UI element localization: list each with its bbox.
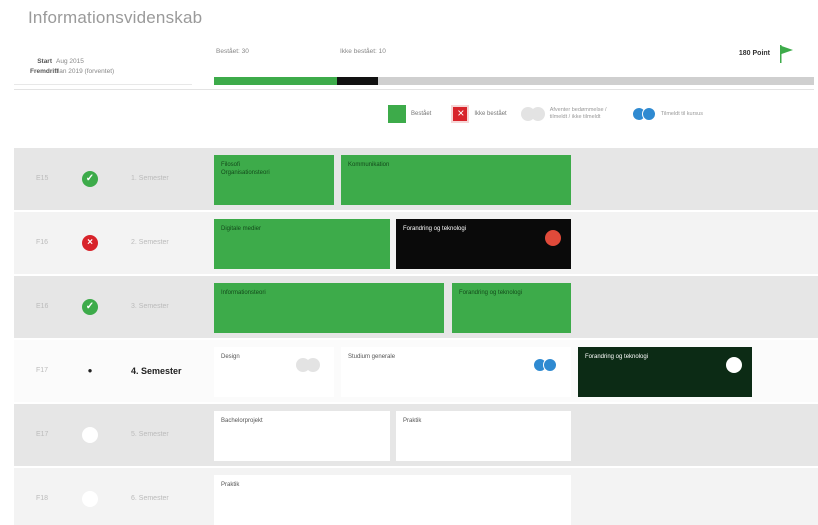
- flag-icon: [780, 45, 793, 63]
- legend-enrolled: Tilmeldt til kursus: [631, 107, 721, 121]
- fremdrift-value: Jan 2019 (forventet): [56, 68, 115, 75]
- circle-icon: [82, 427, 98, 443]
- semester-name[interactable]: 1. Semester: [131, 175, 169, 182]
- legend-pending-label: Afventer bedømmelse / tilmeldt / ikke ti…: [549, 107, 607, 120]
- semester-code: E15: [36, 175, 49, 182]
- blue-dots-icon: [533, 358, 557, 372]
- course-card[interactable]: Praktik: [214, 475, 571, 525]
- course-card-failed[interactable]: Forandring og teknologi: [396, 219, 571, 269]
- legend-failed-label: Ikke bestået: [474, 111, 507, 117]
- semester-code: F16: [36, 239, 49, 246]
- study-info: Start Aug 2015 Fremdrift Jan 2019 (forvent…: [30, 57, 114, 77]
- semester-code: F18: [36, 495, 49, 502]
- semester-code: E16: [36, 303, 49, 310]
- header-divider: [14, 89, 814, 90]
- start-label: Start: [37, 58, 52, 65]
- progress-bar: [214, 77, 814, 85]
- semester-name[interactable]: 6. Semester: [131, 495, 169, 502]
- failed-swatch: [451, 105, 470, 123]
- goal-label: 180 Point: [738, 50, 770, 57]
- course-card[interactable]: Filosofi Organisationsteori: [214, 155, 334, 205]
- legend-passed: Bestået: [388, 105, 431, 123]
- check-icon: ✓: [82, 299, 98, 315]
- course-card[interactable]: Bachelorprojekt: [214, 411, 390, 461]
- semester-code: E17: [36, 431, 49, 438]
- course-title: Forandring og teknologi: [585, 354, 649, 360]
- semester-name[interactable]: 3. Semester: [131, 303, 169, 310]
- course-title: Forandring og teknologi: [403, 226, 467, 232]
- check-icon: ✓: [82, 171, 98, 187]
- course-card[interactable]: Informationsteori: [214, 283, 444, 333]
- passed-swatch: [388, 105, 406, 123]
- start-value: Aug 2015: [56, 58, 84, 65]
- legend-pending: Afventer bedømmelse / tilmeldt / ikke ti…: [520, 107, 610, 121]
- failed-count: Ikke bestået: 10: [340, 48, 386, 55]
- status-circle-icon: [726, 357, 742, 373]
- fremdrift-label: Fremdrift: [30, 68, 59, 75]
- grey-dots-icon: [296, 358, 320, 372]
- progress-failed: [337, 77, 378, 85]
- x-icon: ×: [82, 235, 98, 251]
- course-card-design[interactable]: Design: [214, 347, 334, 397]
- failed-icon: [545, 230, 561, 246]
- course-card[interactable]: Forandring og teknologi: [452, 283, 571, 333]
- blue-dots-icon: [631, 107, 656, 121]
- legend-failed: Ikke bestået: [451, 105, 507, 123]
- course-card[interactable]: Kommunikation: [341, 155, 571, 205]
- course-title: Design: [221, 354, 240, 360]
- circle-icon: [82, 491, 98, 507]
- course-card-studium[interactable]: Studium generale: [341, 347, 571, 397]
- course-card[interactable]: Praktik: [396, 411, 571, 461]
- legend: Bestået Ikke bestået Afventer bedømmelse…: [388, 105, 721, 123]
- grey-dots-icon: [520, 107, 545, 121]
- course-title: Studium generale: [348, 354, 396, 360]
- passed-count: Bestået: 30: [216, 48, 249, 55]
- progress-passed: [214, 77, 337, 85]
- course-card[interactable]: Digitale medier: [214, 219, 390, 269]
- semester-name[interactable]: 4. Semester: [131, 366, 182, 376]
- legend-passed-label: Bestået: [411, 111, 432, 117]
- course-card-forandring[interactable]: Forandring og teknologi: [578, 347, 752, 397]
- semester-name[interactable]: 2. Semester: [131, 239, 169, 246]
- semester-name[interactable]: 5. Semester: [131, 431, 169, 438]
- bullet-icon: ●: [87, 366, 93, 375]
- page-title: Informationsvidenskab: [28, 8, 203, 27]
- semester-code: F17: [36, 367, 49, 374]
- legend-enrolled-label: Tilmeldt til kursus: [660, 110, 703, 117]
- info-divider: [14, 84, 192, 85]
